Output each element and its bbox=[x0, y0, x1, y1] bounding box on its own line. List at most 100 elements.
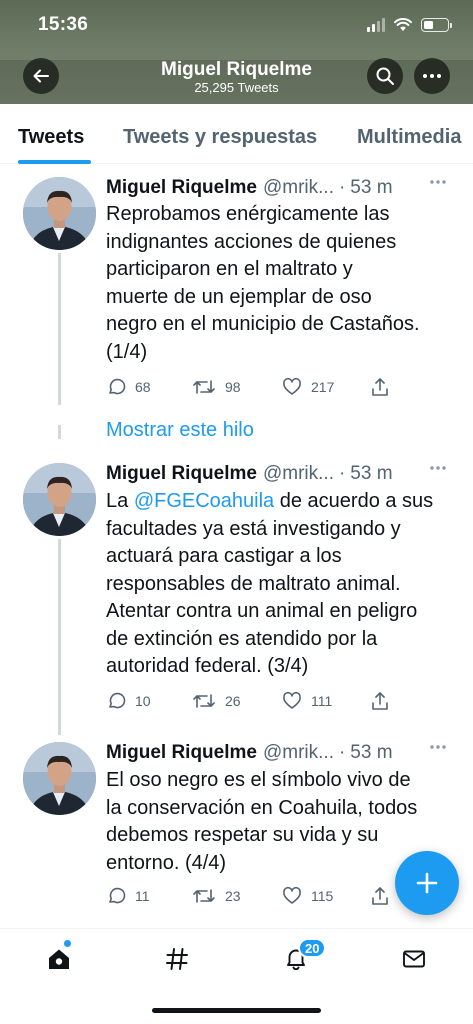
home-indicator[interactable] bbox=[152, 1008, 321, 1013]
active-tab-indicator bbox=[18, 160, 91, 164]
tweet-text-line: actuará para castigar a los bbox=[106, 545, 342, 567]
avatar[interactable] bbox=[23, 463, 96, 536]
plus-icon bbox=[416, 872, 438, 894]
tweet-text: La @FGECoahuila de acuerdo a sus faculta… bbox=[106, 488, 446, 681]
messages-envelope-icon bbox=[403, 950, 425, 968]
author-handle[interactable]: @mrik... bbox=[263, 463, 334, 485]
share-button[interactable] bbox=[370, 886, 390, 906]
tweet-text-prefix: La bbox=[106, 490, 134, 512]
tweet-text-line: de extinción es atendido por la bbox=[106, 627, 378, 650]
reply-icon bbox=[109, 692, 126, 709]
author-name[interactable]: Miguel Riquelme bbox=[106, 463, 257, 485]
reply-count: 68 bbox=[135, 379, 151, 395]
reply-icon bbox=[109, 378, 126, 395]
compose-tweet-button[interactable] bbox=[395, 851, 459, 915]
reply-button[interactable]: 68 bbox=[106, 377, 151, 397]
heart-icon bbox=[283, 377, 301, 395]
nav-explore[interactable] bbox=[159, 943, 195, 975]
tweet-text-line: negro en el municipio de Castaños. bbox=[106, 313, 420, 335]
thread-line-dotted bbox=[58, 425, 61, 439]
retweet-count: 23 bbox=[225, 888, 241, 904]
nav-messages[interactable] bbox=[396, 943, 432, 975]
retweet-button[interactable]: 23 bbox=[192, 886, 241, 906]
more-icon bbox=[423, 74, 441, 78]
tweet-more-icon[interactable] bbox=[429, 178, 447, 186]
tweet-time[interactable]: 53 m bbox=[350, 463, 392, 485]
tweet-header: Miguel Riquelme @mrik... · 53 m bbox=[106, 460, 393, 488]
avatar-photo bbox=[23, 463, 96, 536]
tweet[interactable]: Miguel Riquelme @mrik... · 53 m Reprobam… bbox=[0, 174, 473, 404]
tweet-text: El oso negro es el símbolo vivo de la co… bbox=[106, 767, 446, 877]
author-name[interactable]: Miguel Riquelme bbox=[106, 177, 257, 199]
author-handle[interactable]: @mrik... bbox=[263, 177, 334, 199]
tweet-text-line: La @FGECoahuila de acuerdo a sus bbox=[106, 488, 446, 516]
retweet-button[interactable]: 26 bbox=[192, 691, 241, 711]
tweet-text-line: entorno. (4/4) bbox=[106, 851, 227, 874]
search-button[interactable] bbox=[367, 58, 403, 94]
tweet-text-line: autoridad federal. (3/4) bbox=[106, 655, 309, 677]
tweet-header: Miguel Riquelme @mrik... · 53 m bbox=[106, 174, 393, 202]
separator-dot: · bbox=[338, 177, 346, 198]
search-icon bbox=[376, 67, 394, 85]
retweet-icon bbox=[193, 889, 215, 903]
heart-icon bbox=[283, 886, 301, 904]
author-handle[interactable]: @mrik... bbox=[263, 742, 334, 764]
tweet-text-line: muerte de un ejemplar de oso bbox=[106, 285, 372, 308]
explore-hashtag-icon bbox=[166, 948, 188, 970]
tweet-time[interactable]: 53 m bbox=[350, 742, 392, 764]
share-button[interactable] bbox=[370, 377, 390, 397]
tweet-text-line: Reprobamos enérgicamente las bbox=[106, 203, 390, 225]
tweet-text-line: Atentar contra un animal en peligro bbox=[106, 600, 418, 622]
show-thread-link[interactable]: Mostrar este hilo bbox=[106, 419, 254, 442]
tweet-header: Miguel Riquelme @mrik... · 53 m bbox=[106, 739, 393, 767]
avatar-photo bbox=[23, 742, 96, 815]
tweet-more-icon[interactable] bbox=[429, 464, 447, 472]
nav-home[interactable] bbox=[41, 943, 77, 975]
like-button[interactable]: 111 bbox=[282, 691, 332, 711]
separator-dot: · bbox=[338, 463, 346, 484]
like-count: 115 bbox=[311, 888, 334, 904]
tweet-actions: 11 23 115 bbox=[106, 886, 406, 910]
notifications-badge: 20 bbox=[298, 938, 327, 958]
tweet-actions: 10 26 111 bbox=[106, 691, 406, 715]
tweet-text-line: facultades ya está investigando y bbox=[106, 517, 401, 540]
tweet-time[interactable]: 53 m bbox=[350, 177, 392, 199]
author-name[interactable]: Miguel Riquelme bbox=[106, 742, 257, 764]
tweet-count: 25,295 Tweets bbox=[194, 80, 279, 95]
share-button[interactable] bbox=[370, 691, 390, 711]
tweet-text-line: El oso negro es el símbolo vivo de bbox=[106, 769, 411, 791]
battery-icon bbox=[421, 18, 452, 32]
tweet[interactable]: Miguel Riquelme @mrik... · 53 m La @FGEC… bbox=[0, 460, 473, 720]
tweet-text-line: debemos respetar su vida y su bbox=[106, 824, 379, 846]
heart-icon bbox=[283, 691, 301, 709]
reply-button[interactable]: 11 bbox=[106, 886, 150, 906]
cellular-signal-icon bbox=[367, 18, 385, 32]
tab-media[interactable]: Multimedia bbox=[357, 126, 461, 149]
avatar[interactable] bbox=[23, 177, 96, 250]
tweet-more-icon[interactable] bbox=[429, 743, 447, 751]
home-unread-dot bbox=[64, 940, 71, 947]
reply-button[interactable]: 10 bbox=[106, 691, 151, 711]
tweet-text-line: indignantes acciones de quienes bbox=[106, 230, 397, 253]
retweet-count: 26 bbox=[225, 693, 241, 709]
tab-tweets[interactable]: Tweets bbox=[18, 126, 84, 149]
retweet-icon bbox=[193, 694, 215, 708]
retweet-button[interactable]: 98 bbox=[192, 377, 241, 397]
like-count: 111 bbox=[311, 693, 333, 709]
tweet-text-after-mention: de acuerdo a sus bbox=[274, 490, 434, 512]
tweet-text-line: responsables de maltrato animal. bbox=[106, 572, 401, 595]
tab-tweets-replies[interactable]: Tweets y respuestas bbox=[123, 126, 317, 149]
profile-tabs: Tweets Tweets y respuestas Multimedia bbox=[0, 104, 473, 164]
mention-link[interactable]: @FGECoahuila bbox=[134, 490, 274, 512]
like-button[interactable]: 217 bbox=[282, 377, 334, 397]
tweet-actions: 68 98 217 bbox=[106, 377, 406, 401]
more-options-button[interactable] bbox=[414, 58, 450, 94]
home-icon bbox=[49, 949, 69, 969]
like-button[interactable]: 115 bbox=[282, 886, 333, 906]
avatar-photo bbox=[23, 177, 96, 250]
status-time: 15:36 bbox=[38, 14, 89, 35]
tweet-text-line: la conservación en Coahuila, todos bbox=[106, 796, 418, 819]
profile-header: 15:36 Miguel Riquelme 25,295 Tweets bbox=[0, 0, 473, 104]
like-count: 217 bbox=[311, 379, 335, 395]
avatar[interactable] bbox=[23, 742, 96, 815]
